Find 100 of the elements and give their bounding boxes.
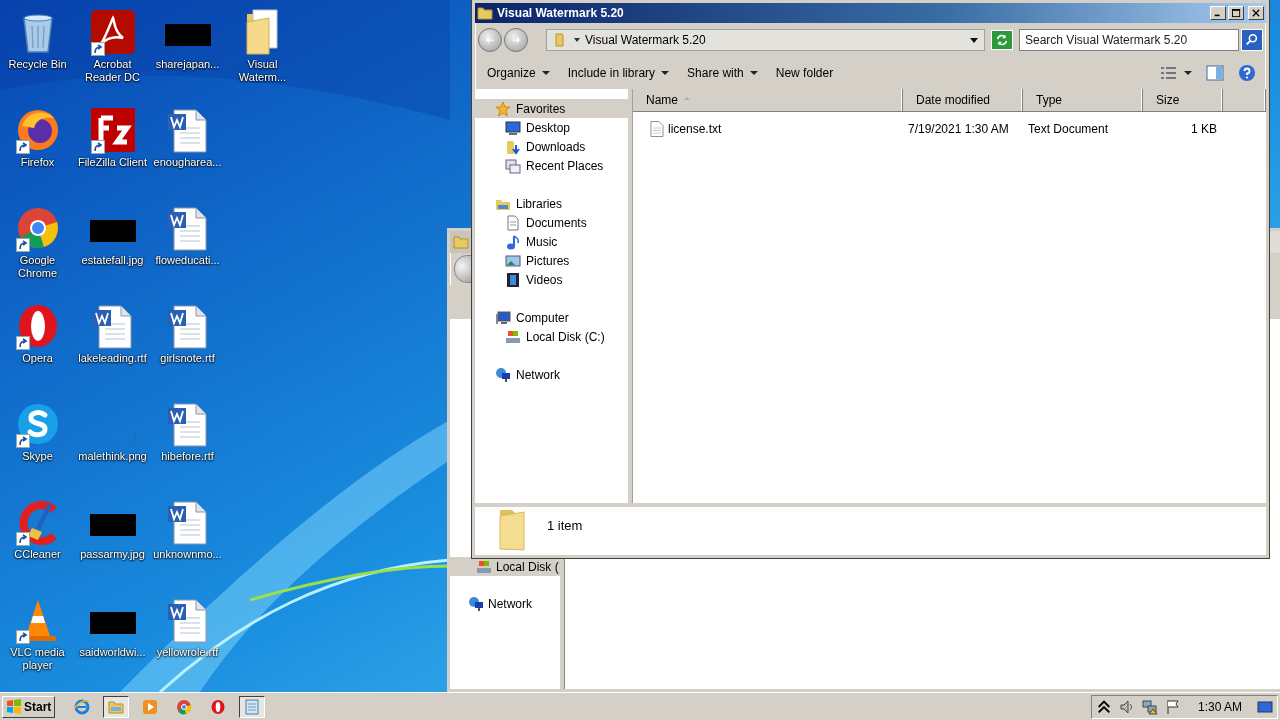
flag-icon[interactable]	[1164, 698, 1181, 715]
nav-item[interactable]: Network	[450, 594, 560, 613]
folder-icon	[499, 509, 525, 551]
icon-label[interactable]: enougharea...	[150, 156, 225, 169]
column-header[interactable]: Size	[1143, 89, 1223, 111]
minimize-button[interactable]	[1210, 6, 1226, 20]
document-icon	[505, 214, 521, 231]
search-button[interactable]	[1241, 29, 1263, 51]
icon-label[interactable]: passarmy.jpg	[75, 548, 150, 561]
start-button[interactable]: Start	[2, 695, 56, 718]
refresh-button[interactable]	[991, 30, 1013, 50]
icon-label[interactable]: Visual Waterm...	[225, 58, 300, 84]
windows-logo-icon	[6, 698, 22, 715]
nav-item[interactable]: Local Disk (C:)	[475, 327, 628, 346]
folder-icon	[477, 5, 493, 21]
nav-item[interactable]: Network	[475, 365, 628, 384]
icon-label[interactable]: Skype	[0, 450, 75, 463]
item-count: 1 item	[547, 518, 583, 533]
caret-icon[interactable]	[573, 36, 581, 44]
maximize-button[interactable]	[1228, 6, 1244, 20]
table-cell: 1 KB	[1191, 122, 1217, 136]
toolbar-button[interactable]: New folder	[767, 62, 842, 84]
icon-label[interactable]: CCleaner	[0, 548, 75, 561]
search-icon	[1245, 33, 1259, 47]
back-button[interactable]	[454, 255, 472, 283]
computer-icon	[495, 309, 511, 326]
forward-button[interactable]	[504, 28, 528, 52]
nav-item[interactable]: Computer	[475, 308, 628, 327]
film-icon	[505, 271, 521, 288]
nav-item[interactable]: Music	[475, 232, 628, 251]
browser-e-icon	[74, 698, 91, 715]
table-cell: 7/19/2021 1:30 AM	[908, 122, 1009, 136]
text-file-icon	[650, 121, 664, 137]
icon-label[interactable]: hibefore.rtf	[150, 450, 225, 463]
icon-label[interactable]: Opera	[0, 352, 75, 365]
nav-item[interactable]: Desktop	[475, 118, 628, 137]
icon-label[interactable]: sharejapan...	[150, 58, 225, 71]
network-icon[interactable]	[1141, 698, 1158, 715]
icon-label[interactable]: Firefox	[0, 156, 75, 169]
notepad-icon	[244, 698, 261, 715]
dropdown-arrow-icon[interactable]	[970, 36, 978, 44]
nav-item[interactable]: Videos	[475, 270, 628, 289]
show-hidden-icons-icon[interactable]	[1095, 698, 1112, 715]
toolbar-button[interactable]: Organize	[479, 62, 558, 84]
refresh-icon	[995, 33, 1009, 47]
icon-label[interactable]: estatefall.jpg	[75, 254, 150, 267]
icon-label[interactable]: Recycle Bin	[0, 58, 75, 71]
back-button[interactable]	[478, 28, 502, 52]
disk-drive-icon	[505, 328, 521, 345]
icon-label[interactable]: lakeleading.rtf	[75, 352, 150, 365]
toolbar-button[interactable]: Share with	[679, 62, 766, 84]
address-bar[interactable]: Visual Watermark 5.20	[546, 29, 985, 51]
explorer-folder-icon	[108, 698, 125, 715]
star-icon	[495, 100, 511, 117]
maximize-icon	[1231, 8, 1241, 18]
right-arrow-icon	[511, 35, 521, 45]
icon-label[interactable]: floweducati...	[150, 254, 225, 267]
icon-label[interactable]: saidworldwi...	[75, 646, 150, 659]
close-button[interactable]	[1248, 6, 1264, 20]
close-icon	[1252, 9, 1260, 17]
column-header[interactable]: Type	[1023, 89, 1143, 111]
icon-label[interactable]: Acrobat Reader DC	[75, 58, 150, 84]
clock[interactable]: 1:30 AM	[1197, 699, 1242, 714]
network-icon	[495, 366, 511, 383]
nav-item[interactable]: Local Disk (	[450, 557, 560, 576]
column-header[interactable]: Date modified	[903, 89, 1023, 111]
table-cell: Text Document	[1028, 122, 1109, 136]
list-view-icon	[1160, 65, 1178, 81]
icon-label[interactable]: VLC media player	[0, 646, 75, 672]
icon-label[interactable]: girlsnote.rtf	[150, 352, 225, 365]
downloads-folder-icon	[505, 138, 521, 155]
music-note-icon	[505, 233, 521, 250]
icon-label[interactable]: unknownmo...	[150, 548, 225, 561]
file-name[interactable]: license.txt	[668, 122, 722, 136]
toolbar-button[interactable]: Include in library	[559, 62, 678, 84]
media-player-icon	[142, 698, 159, 715]
caret-icon	[1184, 69, 1192, 77]
window-title: Visual Watermark 5.20	[497, 6, 625, 20]
help-icon	[1238, 64, 1256, 82]
search-field[interactable]: Search Visual Watermark 5.20	[1019, 29, 1239, 51]
show-desktop-icon[interactable]	[1257, 698, 1273, 715]
chrome-icon	[176, 698, 193, 715]
taskbar-button[interactable]	[239, 695, 266, 718]
recent-places-icon	[505, 157, 521, 174]
left-arrow-icon	[485, 35, 495, 45]
nav-item[interactable]: Downloads	[475, 137, 628, 156]
nav-item[interactable]: Pictures	[475, 251, 628, 270]
nav-item[interactable]: Recent Places	[475, 156, 628, 175]
icon-label[interactable]: malethink.png	[75, 450, 150, 463]
icon-label[interactable]: Google Chrome	[0, 254, 75, 280]
opera-icon	[210, 698, 227, 715]
taskbar-button[interactable]	[103, 695, 130, 718]
column-header[interactable]: Name	[633, 89, 903, 111]
nav-item[interactable]: Libraries	[475, 194, 628, 213]
disk-drive-icon	[476, 558, 492, 575]
nav-item[interactable]: Favorites	[475, 99, 628, 118]
speaker-icon[interactable]	[1118, 698, 1135, 715]
nav-item[interactable]: Documents	[475, 213, 628, 232]
icon-label[interactable]: FileZilla Client	[75, 156, 150, 169]
preview-pane-icon	[1206, 65, 1224, 81]
